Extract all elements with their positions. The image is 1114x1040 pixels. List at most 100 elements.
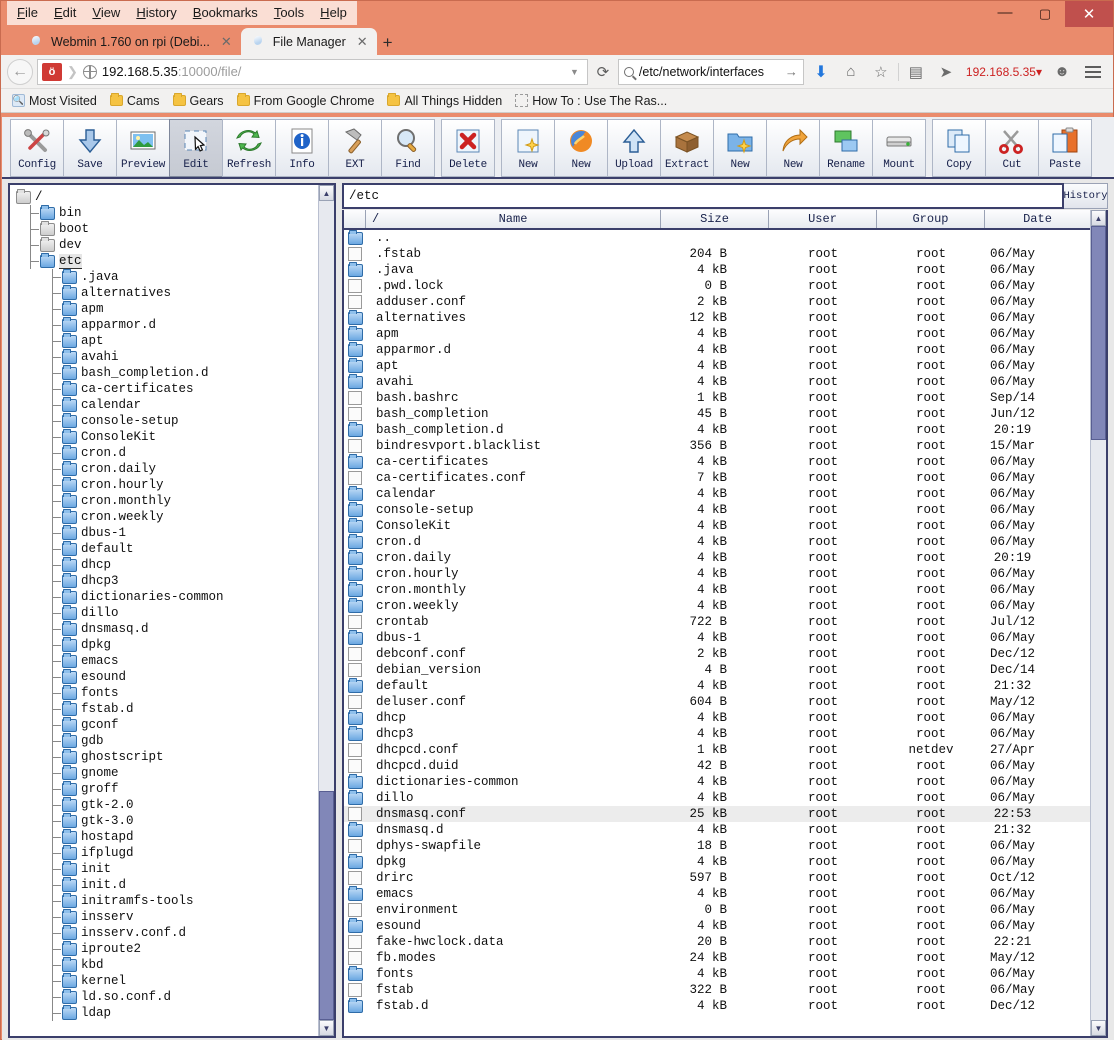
table-row[interactable]: dhcp34 kBrootroot06/May xyxy=(344,726,1090,742)
toolbar-button-copy-17[interactable]: Copy xyxy=(932,119,986,177)
tree-node-fonts[interactable]: fonts xyxy=(16,685,318,701)
table-row[interactable]: cron.monthly4 kBrootroot06/May xyxy=(344,582,1090,598)
column-header-name[interactable]: /Name xyxy=(366,210,661,228)
column-header-icon[interactable] xyxy=(344,210,366,228)
table-row[interactable]: console-setup4 kBrootroot06/May xyxy=(344,502,1090,518)
tree-node-gnome[interactable]: gnome xyxy=(16,765,318,781)
toolbar-button-rename-15[interactable]: Rename xyxy=(819,119,873,177)
toolbar-button-delete-8[interactable]: Delete xyxy=(441,119,495,177)
tree-node-dictionaries-common[interactable]: dictionaries-common xyxy=(16,589,318,605)
tree-node-esound[interactable]: esound xyxy=(16,669,318,685)
table-row[interactable]: fake-hwclock.data20 Brootroot22:21 xyxy=(344,934,1090,950)
new-tab-button[interactable]: + xyxy=(377,31,399,55)
tree-node--[interactable]: / xyxy=(16,189,318,205)
chevron-down-icon[interactable]: ▼ xyxy=(566,67,583,77)
table-row[interactable]: default4 kBrootroot21:32 xyxy=(344,678,1090,694)
toolbar-button-refresh-4[interactable]: Refresh xyxy=(222,119,276,177)
tree-node-apparmor-d[interactable]: apparmor.d xyxy=(16,317,318,333)
tree-node-dhcp3[interactable]: dhcp3 xyxy=(16,573,318,589)
toolbar-button-config-0[interactable]: Config xyxy=(10,119,64,177)
tree-node-cron-daily[interactable]: cron.daily xyxy=(16,461,318,477)
table-row[interactable]: cron.weekly4 kBrootroot06/May xyxy=(344,598,1090,614)
table-row[interactable]: apt4 kBrootroot06/May xyxy=(344,358,1090,374)
toolbar-button-mount-16[interactable]: Mount xyxy=(872,119,926,177)
menu-file[interactable]: File xyxy=(9,2,46,24)
toolbar-button-ext-6[interactable]: EXT xyxy=(328,119,382,177)
toolbar-button-extract-12[interactable]: Extract xyxy=(660,119,714,177)
tree-node-init-d[interactable]: init.d xyxy=(16,877,318,893)
table-row[interactable]: adduser.conf2 kBrootroot06/May xyxy=(344,294,1090,310)
tree-node-iproute2[interactable]: iproute2 xyxy=(16,941,318,957)
tree-scrollbar[interactable]: ▲ ▼ xyxy=(318,185,334,1036)
tree-node-kernel[interactable]: kernel xyxy=(16,973,318,989)
file-list-scrollbar[interactable]: ▲ ▼ xyxy=(1090,210,1106,1036)
search-bar[interactable]: /etc/network/interfaces → xyxy=(618,59,804,85)
tree-node-ld-so-conf-d[interactable]: ld.so.conf.d xyxy=(16,989,318,1005)
table-row[interactable]: cron.hourly4 kBrootroot06/May xyxy=(344,566,1090,582)
tree-node-avahi[interactable]: avahi xyxy=(16,349,318,365)
toolbar-button-upload-11[interactable]: Upload xyxy=(607,119,661,177)
table-row[interactable]: fstab322 Brootroot06/May xyxy=(344,982,1090,998)
history-button[interactable]: History xyxy=(1064,183,1108,209)
tree-node-cron-hourly[interactable]: cron.hourly xyxy=(16,477,318,493)
send-icon[interactable]: ➤ xyxy=(933,59,959,85)
toolbar-button-save-1[interactable]: Save xyxy=(63,119,117,177)
tree-node-alternatives[interactable]: alternatives xyxy=(16,285,318,301)
table-row[interactable]: alternatives12 kBrootroot06/May xyxy=(344,310,1090,326)
menu-edit[interactable]: Edit xyxy=(46,2,84,24)
toolbar-button-new-14[interactable]: New xyxy=(766,119,820,177)
table-row[interactable]: emacs4 kBrootroot06/May xyxy=(344,886,1090,902)
table-row[interactable]: dhcpcd.duid42 Brootroot06/May xyxy=(344,758,1090,774)
table-row[interactable]: avahi4 kBrootroot06/May xyxy=(344,374,1090,390)
close-button[interactable]: ✕ xyxy=(1065,1,1113,27)
menu-tools[interactable]: Tools xyxy=(266,2,312,24)
scroll-down-button[interactable]: ▼ xyxy=(319,1020,334,1036)
bookmark-item[interactable]: Cams xyxy=(105,93,165,109)
tree-node-dpkg[interactable]: dpkg xyxy=(16,637,318,653)
bookmark-item[interactable]: From Google Chrome xyxy=(232,93,380,109)
tree-node-ldap[interactable]: ldap xyxy=(16,1005,318,1021)
tab-close-icon[interactable]: ✕ xyxy=(221,34,232,50)
browser-tab[interactable]: Webmin 1.760 on rpi (Debi...✕ xyxy=(19,28,241,55)
toolbar-button-cut-18[interactable]: Cut xyxy=(985,119,1039,177)
toolbar-button-preview-2[interactable]: Preview xyxy=(116,119,170,177)
scroll-up-button[interactable]: ▲ xyxy=(319,185,334,201)
tree-node-dev[interactable]: dev xyxy=(16,237,318,253)
table-row[interactable]: bash_completion45 BrootrootJun/12 xyxy=(344,406,1090,422)
bookmark-star-icon[interactable]: ☆ xyxy=(868,59,894,85)
tree-node-init[interactable]: init xyxy=(16,861,318,877)
table-row[interactable]: .. xyxy=(344,230,1090,246)
toolbar-button-new-9[interactable]: New xyxy=(501,119,555,177)
table-row[interactable]: fstab.d4 kBrootrootDec/12 xyxy=(344,998,1090,1014)
toolbar-button-new-10[interactable]: New xyxy=(554,119,608,177)
table-row[interactable]: debian_version4 BrootrootDec/14 xyxy=(344,662,1090,678)
column-header-size[interactable]: Size xyxy=(661,210,769,228)
table-row[interactable]: bash.bashrc1 kBrootrootSep/14 xyxy=(344,390,1090,406)
search-go-icon[interactable]: → xyxy=(785,64,798,79)
table-row[interactable]: dnsmasq.d4 kBrootroot21:32 xyxy=(344,822,1090,838)
table-row[interactable]: fb.modes24 kBrootrootMay/12 xyxy=(344,950,1090,966)
tree-node-dbus-1[interactable]: dbus-1 xyxy=(16,525,318,541)
tree-scroll-thumb[interactable] xyxy=(319,791,334,1020)
scroll-down-button[interactable]: ▼ xyxy=(1091,1020,1106,1036)
tree-node-initramfs-tools[interactable]: initramfs-tools xyxy=(16,893,318,909)
bookmark-item[interactable]: How To : Use The Ras... xyxy=(510,93,672,109)
tree-node-kbd[interactable]: kbd xyxy=(16,957,318,973)
tree-node-console-setup[interactable]: console-setup xyxy=(16,413,318,429)
tree-node-ghostscript[interactable]: ghostscript xyxy=(16,749,318,765)
tree-scroll-track[interactable] xyxy=(319,201,334,1020)
tree-node-gtk-2-0[interactable]: gtk-2.0 xyxy=(16,797,318,813)
table-row[interactable]: fonts4 kBrootroot06/May xyxy=(344,966,1090,982)
table-row[interactable]: cron.daily4 kBrootroot20:19 xyxy=(344,550,1090,566)
table-row[interactable]: dbus-14 kBrootroot06/May xyxy=(344,630,1090,646)
tree-node-boot[interactable]: boot xyxy=(16,221,318,237)
table-row[interactable]: dpkg4 kBrootroot06/May xyxy=(344,854,1090,870)
tree-node-bash-completion-d[interactable]: bash_completion.d xyxy=(16,365,318,381)
tree-node-insserv[interactable]: insserv xyxy=(16,909,318,925)
address-bar[interactable]: ö ❯ 192.168.5.35:10000/file/ ▼ xyxy=(37,59,588,85)
site-identity-icon[interactable]: ö xyxy=(42,63,62,81)
table-row[interactable]: .pwd.lock0 Brootroot06/May xyxy=(344,278,1090,294)
menu-view[interactable]: View xyxy=(84,2,128,24)
tree-node-hostapd[interactable]: hostapd xyxy=(16,829,318,845)
bookmark-item[interactable]: All Things Hidden xyxy=(382,93,507,109)
